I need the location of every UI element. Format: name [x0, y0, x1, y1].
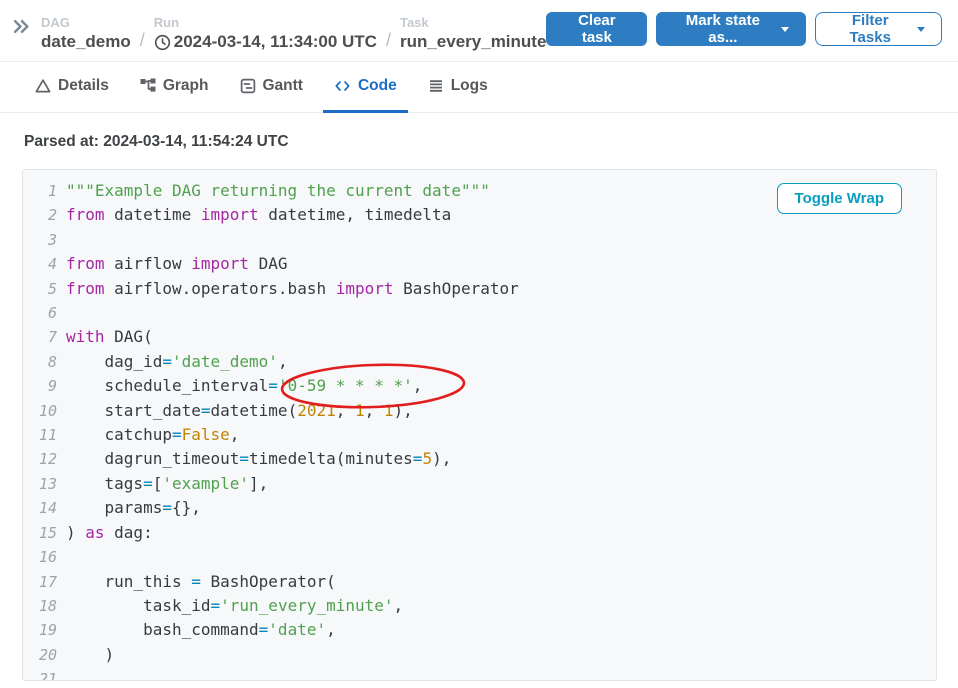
- line-number: 15: [23, 521, 66, 545]
- code-line: 7with DAG(: [23, 325, 936, 349]
- clear-task-button[interactable]: Clear task: [546, 12, 647, 46]
- logs-icon: [428, 78, 444, 94]
- code-line: 15) as dag:: [23, 521, 936, 545]
- dag-code-panel: Toggle Wrap 1"""Example DAG returning th…: [22, 169, 937, 681]
- task-name[interactable]: run_every_minute: [400, 32, 546, 52]
- line-number: 8: [23, 350, 66, 374]
- dag-label: DAG: [41, 15, 131, 30]
- parsed-at-text: Parsed at: 2024-03-14, 11:54:24 UTC: [24, 133, 934, 151]
- code-line: 17 run_this = BashOperator(: [23, 570, 936, 594]
- tab-label: Graph: [163, 77, 209, 95]
- code-line: 6: [23, 301, 936, 325]
- line-number: 16: [23, 545, 66, 569]
- code-line: 3: [23, 228, 936, 252]
- breadcrumb-run[interactable]: Run 2024-03-14, 11:34:00 UTC: [154, 15, 377, 52]
- breadcrumb-header: DAG date_demo / Run 2024-03-14, 11:34:00…: [0, 0, 958, 62]
- code-line: 11 catchup=False,: [23, 423, 936, 447]
- breadcrumb: DAG date_demo / Run 2024-03-14, 11:34:00…: [41, 15, 546, 52]
- toggle-wrap-button[interactable]: Toggle Wrap: [777, 183, 902, 214]
- line-number: 3: [23, 228, 66, 252]
- code-line: 19 bash_command='date',: [23, 618, 936, 642]
- code-line: 18 task_id='run_every_minute',: [23, 594, 936, 618]
- run-label: Run: [154, 15, 377, 30]
- mark-state-label: Mark state as...: [673, 12, 772, 46]
- header-actions: Clear task Mark state as... Filter Tasks: [546, 12, 942, 46]
- view-tabs: Details Graph Gantt Code Logs: [0, 62, 958, 113]
- filter-tasks-dropdown[interactable]: Filter Tasks: [815, 12, 942, 46]
- tab-code[interactable]: Code: [323, 62, 408, 113]
- tab-label: Code: [358, 77, 397, 95]
- line-number: 18: [23, 594, 66, 618]
- breadcrumb-separator: /: [386, 30, 391, 52]
- code-line: 16: [23, 545, 936, 569]
- tab-logs[interactable]: Logs: [417, 62, 499, 113]
- code-line: 14 params={},: [23, 496, 936, 520]
- line-number: 1: [23, 179, 66, 203]
- clock-icon: [154, 34, 171, 51]
- line-number: 2: [23, 203, 66, 227]
- code-line: 20 ): [23, 643, 936, 667]
- tab-gantt[interactable]: Gantt: [229, 62, 314, 113]
- dag-name[interactable]: date_demo: [41, 32, 131, 52]
- tab-graph[interactable]: Graph: [129, 62, 220, 113]
- tab-label: Logs: [451, 77, 488, 95]
- code-line: 4from airflow import DAG: [23, 252, 936, 276]
- code-lines: 1"""Example DAG returning the current da…: [23, 179, 936, 681]
- caret-down-icon: [781, 27, 789, 32]
- gantt-icon: [240, 78, 256, 94]
- line-number: 6: [23, 301, 66, 325]
- breadcrumb-separator: /: [140, 30, 145, 52]
- tab-label: Details: [58, 77, 109, 95]
- line-number: 10: [23, 399, 66, 423]
- filter-tasks-label: Filter Tasks: [832, 12, 908, 46]
- code-line: 8 dag_id='date_demo',: [23, 350, 936, 374]
- breadcrumb-task[interactable]: Task run_every_minute: [400, 15, 546, 52]
- graph-icon: [140, 78, 156, 94]
- line-number: 21: [23, 667, 66, 681]
- code-line: 13 tags=['example'],: [23, 472, 936, 496]
- run-timestamp: 2024-03-14, 11:34:00 UTC: [174, 32, 377, 52]
- line-number: 13: [23, 472, 66, 496]
- code-icon: [334, 78, 351, 94]
- line-number: 4: [23, 252, 66, 276]
- double-chevron-right-icon[interactable]: [12, 17, 31, 41]
- line-number: 5: [23, 277, 66, 301]
- details-icon: [35, 78, 51, 94]
- line-number: 19: [23, 618, 66, 642]
- line-number: 20: [23, 643, 66, 667]
- task-label: Task: [400, 15, 546, 30]
- line-number: 17: [23, 570, 66, 594]
- breadcrumb-dag[interactable]: DAG date_demo: [41, 15, 131, 52]
- mark-state-dropdown[interactable]: Mark state as...: [656, 12, 806, 46]
- line-number: 9: [23, 374, 66, 398]
- tab-details[interactable]: Details: [24, 62, 120, 113]
- line-number: 12: [23, 447, 66, 471]
- line-number: 14: [23, 496, 66, 520]
- caret-down-icon: [917, 27, 925, 32]
- code-line: 9 schedule_interval='0-59 * * * *',: [23, 374, 936, 398]
- code-line: 5from airflow.operators.bash import Bash…: [23, 277, 936, 301]
- line-number: 7: [23, 325, 66, 349]
- code-line: 12 dagrun_timeout=timedelta(minutes=5),: [23, 447, 936, 471]
- tab-label: Gantt: [263, 77, 303, 95]
- code-line: 21: [23, 667, 936, 681]
- line-number: 11: [23, 423, 66, 447]
- run-timestamp-wrap[interactable]: 2024-03-14, 11:34:00 UTC: [154, 32, 377, 52]
- code-line: 10 start_date=datetime(2021, 1, 1),: [23, 399, 936, 423]
